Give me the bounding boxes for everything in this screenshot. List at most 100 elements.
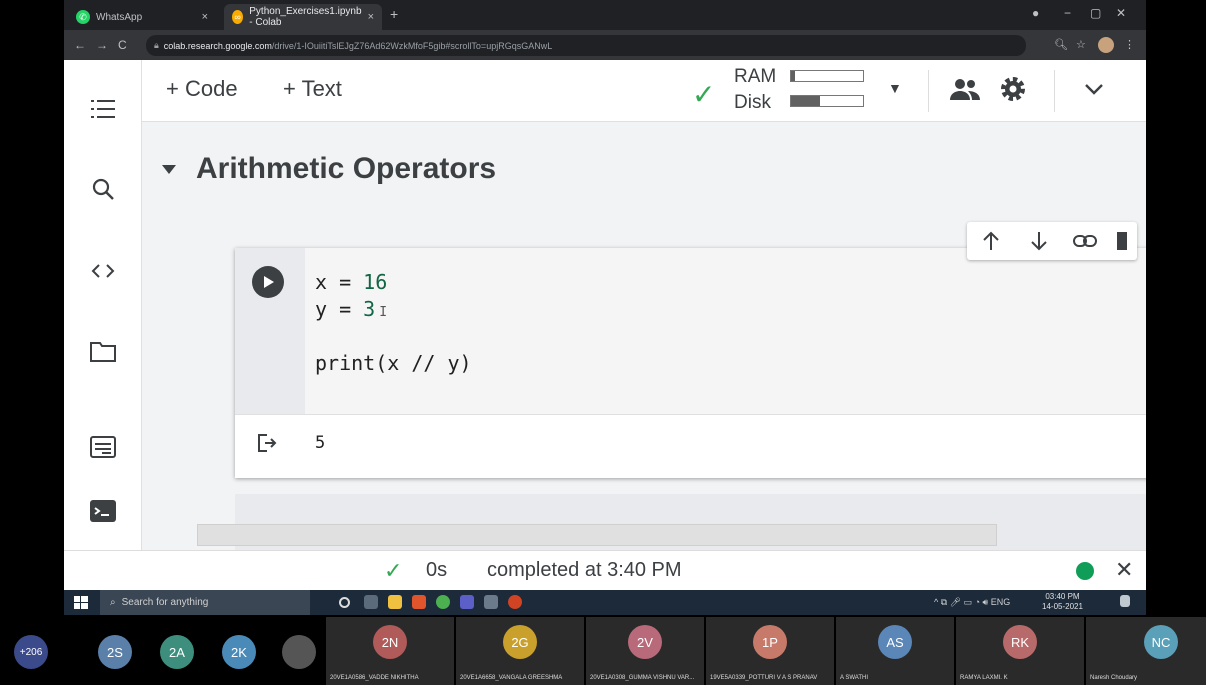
lock-icon: 🔒︎ <box>154 40 159 50</box>
address-bar-row: ← → C 🔒︎ colab.research.google.com /driv… <box>64 30 1146 60</box>
run-cell-button[interactable] <box>252 266 284 298</box>
paint-icon[interactable] <box>484 595 498 609</box>
participant-tile[interactable]: RK RAMYA LAXMI. K <box>956 617 1084 685</box>
share-people-icon[interactable] <box>948 76 982 107</box>
section-title: Arithmetic Operators <box>196 152 497 185</box>
connected-check-icon: ✓ <box>692 79 716 110</box>
participant-avatar: 2V <box>628 625 662 659</box>
horizontal-scrollbar[interactable] <box>197 524 997 546</box>
output-icon[interactable] <box>257 433 277 458</box>
comment-icon[interactable] <box>1117 230 1127 257</box>
profile-avatar[interactable] <box>1098 37 1114 53</box>
window-close-icon[interactable]: ✕ <box>1116 6 1126 20</box>
cell-gutter <box>235 248 305 414</box>
terminal-icon[interactable] <box>88 496 118 526</box>
folder-icon[interactable] <box>88 336 118 366</box>
participant-tile[interactable]: 2S <box>90 617 152 685</box>
participant-name: 20VE1A0586_VADDE NIKHITHA <box>330 675 419 681</box>
add-code-button[interactable]: + Code <box>166 76 238 102</box>
participant-avatar: 2A <box>160 635 194 669</box>
forward-icon[interactable]: → <box>96 38 108 52</box>
close-tab-icon[interactable]: × <box>202 11 208 23</box>
disk-usage-bar[interactable] <box>790 95 864 107</box>
task-view-icon[interactable] <box>364 595 378 609</box>
move-cell-up-icon[interactable] <box>981 230 1001 257</box>
zoom-icon[interactable]: 🔍︎ <box>1054 38 1068 51</box>
chrome-icon[interactable] <box>436 595 450 609</box>
browser-menu-icon[interactable]: ⋮ <box>1124 38 1135 51</box>
participant-tile[interactable]: AS A SWATHI <box>836 617 954 685</box>
participant-tile[interactable]: 2N 20VE1A0586_VADDE NIKHITHA <box>326 617 454 685</box>
windows-start-icon[interactable] <box>74 596 88 614</box>
close-status-icon[interactable]: ✕ <box>1115 557 1133 583</box>
disk-label: Disk <box>734 92 771 113</box>
taskbar-clock[interactable]: 03:40 PM 14-05-2021 <box>1042 592 1083 612</box>
notebook-area: Arithmetic Operators x = 16 y = 3I print… <box>142 122 1146 550</box>
add-text-button[interactable]: + Text <box>283 76 342 102</box>
status-bar: ✓ 0s completed at 3:40 PM ✕ <box>64 550 1146 590</box>
file-explorer-icon[interactable] <box>388 595 402 609</box>
command-palette-icon[interactable] <box>88 432 118 462</box>
collapse-caret-icon[interactable] <box>162 164 176 174</box>
meeting-participants: +206 2S 2A 2K 2N 20VE1A0586_VADDE NIKHITHA 2G 2… <box>0 617 1206 685</box>
link-icon[interactable] <box>1073 230 1097 257</box>
participant-name: 20VE1A0308_GUMMA VISHNU VAR... <box>590 675 695 681</box>
left-rail <box>64 60 142 550</box>
resources-dropdown-icon[interactable]: ▼ <box>888 80 902 96</box>
ram-usage-bar[interactable] <box>790 70 864 82</box>
toolbar-divider <box>1054 70 1055 112</box>
maximize-icon[interactable]: ▢ <box>1090 6 1101 20</box>
code-editor[interactable]: x = 16 y = 3I print(x // y) <box>305 248 1146 414</box>
participant-avatar: 2N <box>373 625 407 659</box>
screen: ✆ WhatsApp × ∞ Python_Exercises1.ipynb -… <box>0 0 1206 685</box>
move-cell-down-icon[interactable] <box>1029 230 1049 257</box>
search-icon[interactable] <box>88 174 118 204</box>
status-message: completed at 3:40 PM <box>487 559 682 581</box>
teams-icon[interactable] <box>460 595 474 609</box>
cortana-icon[interactable] <box>339 597 350 608</box>
system-tray[interactable]: ^ ⧉ 🎤︎ ▭ ◔ 🔊︎ ENG <box>934 597 1010 608</box>
participant-tile[interactable]: 2K <box>214 617 276 685</box>
tab-title: Python_Exercises1.ipynb - Colab <box>249 6 362 28</box>
section-header[interactable]: Arithmetic Operators <box>162 152 496 186</box>
participant-tile[interactable]: 2V 20VE1A0308_GUMMA VISHNU VAR... <box>586 617 704 685</box>
participant-tile[interactable]: NC Naresh Choudary <box>1086 617 1206 685</box>
code-line: x = 16 <box>315 270 388 294</box>
new-tab-button[interactable]: + <box>390 6 398 22</box>
participant-tile[interactable]: +206 <box>0 617 90 685</box>
powerpoint-icon[interactable] <box>508 595 522 609</box>
participant-tile[interactable] <box>276 617 322 685</box>
participant-name: 19VE5A0339_POTTURI V A S PRANAV <box>710 675 818 681</box>
code-snippets-icon[interactable] <box>88 256 118 286</box>
chevron-down-icon[interactable] <box>1084 82 1104 100</box>
participant-name: 20VE1A6658_VANGALA GREESHMA <box>460 675 563 681</box>
tab-whatsapp[interactable]: ✆ WhatsApp × <box>68 4 216 30</box>
back-icon[interactable]: ← <box>74 38 86 52</box>
participant-avatar: 2G <box>503 625 537 659</box>
code-cell[interactable]: x = 16 y = 3I print(x // y) 5 <box>235 248 1146 478</box>
participant-avatar: RK <box>1003 625 1037 659</box>
ram-usage-fill <box>791 71 795 81</box>
minimize-icon[interactable]: − <box>1064 6 1071 20</box>
table-of-contents-icon[interactable] <box>88 94 118 124</box>
participant-tile[interactable]: 2G 20VE1A6658_VANGALA GREESHMA <box>456 617 584 685</box>
participant-tile[interactable]: 1P 19VE5A0339_POTTURI V A S PRANAV <box>706 617 834 685</box>
office-icon[interactable] <box>412 595 426 609</box>
tab-title: WhatsApp <box>96 11 143 23</box>
participant-tile[interactable]: 2A <box>152 617 214 685</box>
browser-window: ✆ WhatsApp × ∞ Python_Exercises1.ipynb -… <box>64 0 1146 615</box>
code-line: print(x // y) <box>315 351 472 375</box>
taskbar-search-input[interactable]: ⌕ Search for anything <box>100 590 310 615</box>
status-check-icon: ✓ <box>384 558 403 583</box>
gear-icon[interactable] <box>998 74 1028 109</box>
participant-name: A SWATHI <box>840 675 869 681</box>
notifications-icon[interactable] <box>1120 595 1130 607</box>
url-input[interactable]: 🔒︎ colab.research.google.com /drive/1-IO… <box>146 35 1026 56</box>
close-tab-icon[interactable]: × <box>368 11 374 23</box>
colab-icon: ∞ <box>232 10 244 24</box>
profile-dot-icon[interactable]: ● <box>1032 6 1039 20</box>
tab-colab[interactable]: ∞ Python_Exercises1.ipynb - Colab × <box>224 4 382 30</box>
reload-icon[interactable]: C <box>118 38 127 52</box>
bookmark-star-icon[interactable]: ☆ <box>1076 38 1086 51</box>
participant-avatar: 2S <box>98 635 132 669</box>
